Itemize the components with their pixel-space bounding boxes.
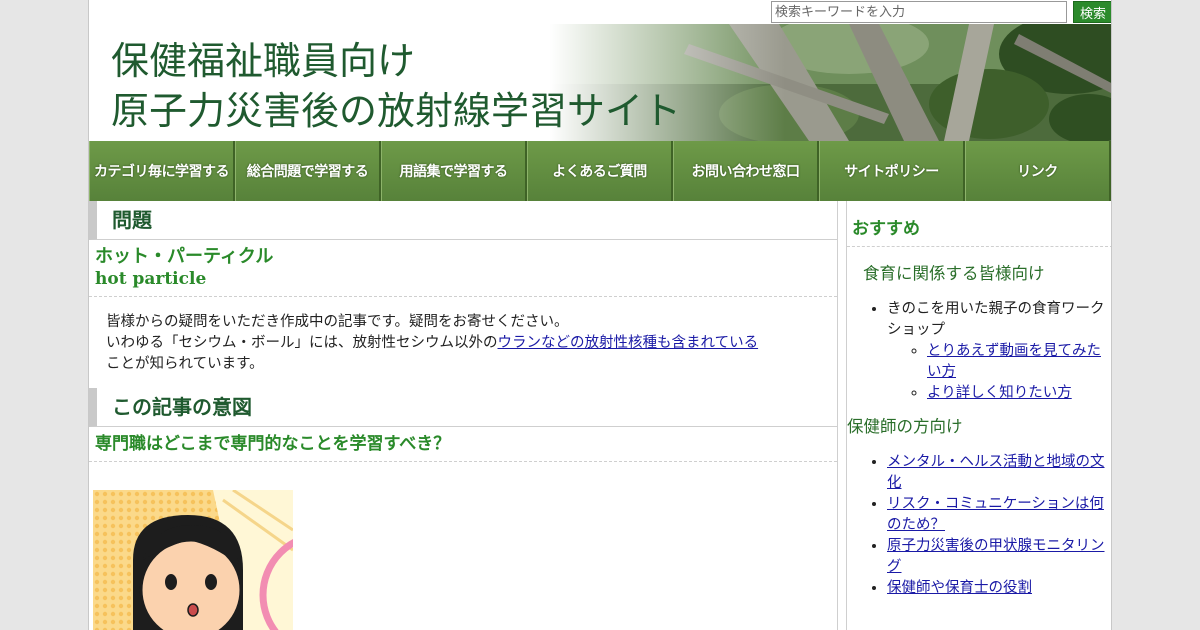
nav-item-category[interactable]: カテゴリ毎に学習する: [89, 141, 235, 201]
article-body-prefix: いわゆる「セシウム・ボール」には、放射性セシウム以外の: [106, 335, 498, 351]
food-education-group-title: 食育に関係する皆様向け: [863, 264, 1045, 283]
uranium-nuclides-link[interactable]: ウランなどの放射性核種も含まれている: [498, 335, 759, 351]
sidebar-heading: おすすめ: [847, 217, 1111, 247]
workshop-sublist: とりあえず動画を見てみたい方 より詳しく知りたい方: [887, 341, 1111, 404]
nurse-illustration: [93, 490, 293, 630]
page: 検索 保健: [88, 0, 1112, 630]
public-health-nurse-list: メンタル・ヘルス活動と地域の文化 リスク・コミュニケーションは何のため？ 原子力…: [847, 452, 1111, 599]
list-item: 原子力災害後の甲状腺モニタリング: [887, 536, 1111, 578]
nav-item-links[interactable]: リンク: [965, 141, 1111, 201]
article-title: ホット・パーティクル hot particle: [89, 240, 837, 297]
list-item: より詳しく知りたい方: [927, 383, 1111, 404]
article-body-line1: 皆様からの疑問をいただき作成中の記事です。疑問をお寄せください。: [106, 314, 569, 330]
nav-item-general-questions[interactable]: 総合問題で学習する: [235, 141, 381, 201]
list-item: 保健師や保育士の役割: [887, 578, 1111, 599]
nav-item-glossary[interactable]: 用語集で学習する: [381, 141, 527, 201]
article-title-en: hot particle: [95, 269, 207, 289]
intent-heading: この記事の意図: [89, 388, 837, 427]
nurse-role-link[interactable]: 保健師や保育士の役割: [887, 580, 1032, 596]
list-item: とりあえず動画を見てみたい方: [927, 341, 1111, 383]
mental-health-link[interactable]: メンタル・ヘルス活動と地域の文化: [887, 454, 1105, 491]
main-nav: カテゴリ毎に学習する 総合問題で学習する 用語集で学習する よくあるご質問 お問…: [89, 141, 1111, 201]
nav-item-faq[interactable]: よくあるご質問: [527, 141, 673, 201]
question-heading: 問題: [89, 201, 837, 240]
sidebar: おすすめ 食育に関係する皆様向け きのこを用いた親子の食育ワークショップ とりあ…: [846, 201, 1111, 630]
site-title[interactable]: 保健福祉職員向け 原子力災害後の放射線学習サイト: [111, 36, 681, 136]
food-education-list: きのこを用いた親子の食育ワークショップ とりあえず動画を見てみたい方 より詳しく…: [847, 299, 1111, 404]
article-title-jp: ホット・パーティクル: [95, 246, 274, 267]
article-body-line2: いわゆる「セシウム・ボール」には、放射性セシウム以外のウランなどの放射性核種も含…: [106, 333, 827, 354]
intent-question: 専門職はどこまで専門的なことを学習すべき？: [89, 427, 837, 462]
nav-item-site-policy[interactable]: サイトポリシー: [819, 141, 965, 201]
list-item: メンタル・ヘルス活動と地域の文化: [887, 452, 1111, 494]
thyroid-monitoring-link[interactable]: 原子力災害後の甲状腺モニタリング: [887, 538, 1105, 575]
mushroom-workshop-item: きのこを用いた親子の食育ワークショップ: [887, 301, 1105, 338]
list-item: きのこを用いた親子の食育ワークショップ とりあえず動画を見てみたい方 より詳しく…: [887, 299, 1111, 404]
main-content: 問題 ホット・パーティクル hot particle 皆様からの疑問をいただき作…: [89, 201, 838, 630]
article-body: 皆様からの疑問をいただき作成中の記事です。疑問をお寄せください。 いわゆる「セシ…: [89, 297, 837, 388]
site-title-line1: 保健福祉職員向け: [111, 39, 416, 83]
search-button[interactable]: 検索: [1073, 1, 1111, 23]
list-item: リスク・コミュニケーションは何のため？: [887, 494, 1111, 536]
public-health-nurse-group-title: 保健師の方向け: [847, 417, 963, 436]
learn-more-link[interactable]: より詳しく知りたい方: [927, 385, 1072, 401]
nav-item-contact[interactable]: お問い合わせ窓口: [673, 141, 819, 201]
header-banner: 保健福祉職員向け 原子力災害後の放射線学習サイト: [89, 24, 1111, 141]
article-body-line3: ことが知られています。: [106, 356, 264, 372]
search-form: 検索: [771, 1, 1111, 23]
watch-video-link[interactable]: とりあえず動画を見てみたい方: [927, 343, 1101, 380]
search-input[interactable]: [771, 1, 1067, 23]
site-title-line2: 原子力災害後の放射線学習サイト: [111, 89, 682, 133]
risk-communication-link[interactable]: リスク・コミュニケーションは何のため？: [887, 496, 1104, 533]
